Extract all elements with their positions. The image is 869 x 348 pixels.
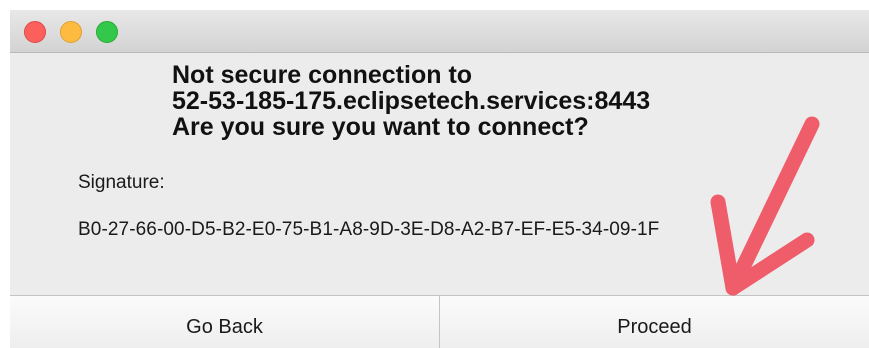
warning-heading-question: Are you sure you want to connect? [172, 113, 589, 141]
warning-heading: Not secure connection to 52-53-185-175.e… [172, 62, 650, 140]
dialog-content: Not secure connection to 52-53-185-175.e… [10, 53, 869, 298]
warning-heading-line-1: Not secure connection to [172, 61, 473, 89]
signature-value: B0-27-66-00-D5-B2-E0-75-B1-A8-9D-3E-D8-A… [78, 219, 660, 240]
dialog-window: Not secure connection to 52-53-185-175.e… [10, 10, 869, 348]
warning-heading-host: 52-53-185-175.eclipsetech.services:8443 [172, 87, 651, 115]
go-back-button[interactable]: Go Back [10, 296, 440, 348]
proceed-button[interactable]: Proceed [440, 296, 869, 348]
button-bar: Go Back Proceed [10, 295, 869, 348]
close-window-button[interactable] [24, 21, 46, 43]
zoom-window-button[interactable] [96, 21, 118, 43]
title-bar [10, 10, 869, 53]
signature-label: Signature: [78, 172, 165, 193]
minimize-window-button[interactable] [60, 21, 82, 43]
